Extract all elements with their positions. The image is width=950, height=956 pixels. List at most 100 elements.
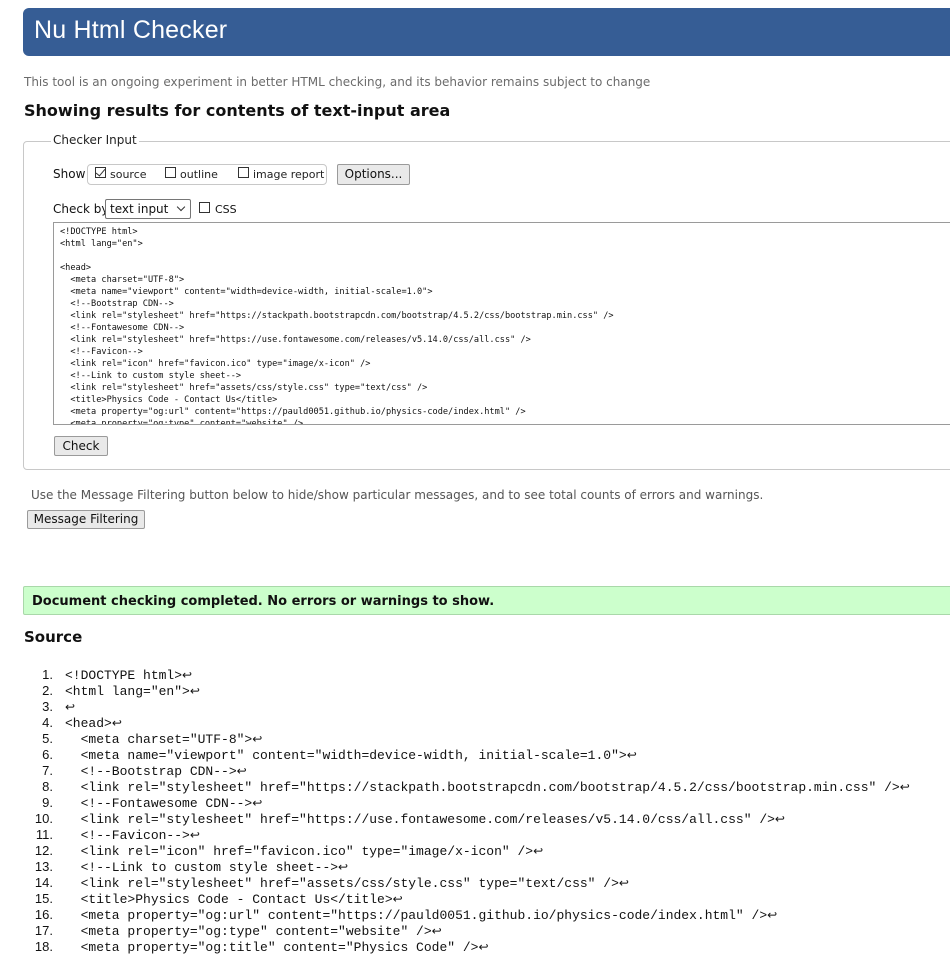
source-line: 12. <link rel="icon" href="favicon.ico" …: [0, 843, 950, 859]
success-message: Document checking completed. No errors o…: [32, 594, 495, 609]
source-listing: 1. <!DOCTYPE html>↩ 2. <html lang="en">↩ 3. ↩…: [0, 667, 950, 955]
line-number: 13.: [34, 859, 53, 874]
image-report-checkbox[interactable]: [238, 167, 249, 178]
options-button[interactable]: Options...: [337, 164, 410, 185]
show-label: Show: [53, 167, 86, 181]
source-code-text: <link rel="stylesheet" href="https://use…: [65, 811, 785, 828]
source-line: 5. <meta charset="UTF-8">↩: [0, 731, 950, 747]
source-code-text: <meta property="og:title" content="Physi…: [65, 939, 489, 956]
source-line-text: <!--Fontawesome CDN-->: [65, 796, 253, 811]
image-report-option-label[interactable]: image report: [253, 168, 324, 181]
check-button[interactable]: Check: [54, 436, 108, 456]
source-line: 7. <!--Bootstrap CDN-->↩: [0, 763, 950, 779]
return-icon: ↩: [65, 700, 76, 714]
line-number: 14.: [34, 875, 53, 890]
outline-checkbox[interactable]: [165, 167, 176, 178]
checker-input-legend: Checker Input: [51, 133, 139, 147]
source-line: 8. <link rel="stylesheet" href="https://…: [0, 779, 950, 795]
source-textarea[interactable]: <!DOCTYPE html> <html lang="en"> <head> …: [53, 222, 950, 425]
source-line-text: <link rel="stylesheet" href="assets/css/…: [65, 876, 619, 891]
line-number: 15.: [34, 891, 53, 906]
app-header: Nu Html Checker: [23, 8, 950, 56]
source-code-text: <head>↩: [65, 715, 122, 732]
source-code-text: <html lang="en">↩: [65, 683, 200, 700]
source-code-text: <link rel="stylesheet" href="assets/css/…: [65, 875, 629, 892]
return-icon: ↩: [626, 748, 637, 762]
message-filter-note: Use the Message Filtering button below t…: [31, 488, 764, 502]
outline-option-label[interactable]: outline: [180, 168, 218, 181]
css-label[interactable]: CSS: [215, 203, 237, 216]
source-line: 14. <link rel="stylesheet" href="assets/…: [0, 875, 950, 891]
source-line-text: <link rel="icon" href="favicon.ico" type…: [65, 844, 534, 859]
source-code-text: ↩: [65, 699, 75, 716]
source-line: 2. <html lang="en">↩: [0, 683, 950, 699]
results-heading: Showing results for contents of text-inp…: [24, 101, 451, 120]
source-code-text: <!--Link to custom style sheet-->↩: [65, 859, 349, 876]
source-line-text: <title>Physics Code - Contact Us</title>: [65, 892, 393, 907]
source-line-text: <meta name="viewport" content="width=dev…: [65, 748, 627, 763]
source-heading: Source: [24, 628, 83, 646]
source-line: 15. <title>Physics Code - Contact Us</ti…: [0, 891, 950, 907]
line-number: 6.: [42, 747, 53, 762]
source-line-text: <meta property="og:title" content="Physi…: [65, 940, 479, 955]
source-line-text: <html lang="en">: [65, 684, 190, 699]
source-line-text: <!--Bootstrap CDN-->: [65, 764, 237, 779]
source-line: 18. <meta property="og:title" content="P…: [0, 939, 950, 955]
source-line-text: <link rel="stylesheet" href="https://use…: [65, 812, 775, 827]
line-number: 18.: [34, 939, 53, 954]
source-code-text: <title>Physics Code - Contact Us</title>…: [65, 891, 403, 908]
source-option-label[interactable]: source: [110, 168, 147, 181]
source-line: 11. <!--Favicon-->↩: [0, 827, 950, 843]
source-line: 9. <!--Fontawesome CDN-->↩: [0, 795, 950, 811]
textarea-content: <!DOCTYPE html> <html lang="en"> <head> …: [60, 227, 614, 425]
source-line-text: <meta property="og:type" content="websit…: [65, 924, 432, 939]
return-icon: ↩: [236, 764, 247, 778]
source-code-text: <!--Fontawesome CDN-->↩: [65, 795, 263, 812]
return-icon: ↩: [111, 716, 122, 730]
line-number: 1.: [42, 667, 53, 682]
source-code-text: <!--Favicon-->↩: [65, 827, 200, 844]
return-icon: ↩: [767, 908, 778, 922]
return-icon: ↩: [478, 940, 489, 954]
success-banner: Document checking completed. No errors o…: [23, 586, 950, 615]
css-checkbox[interactable]: [199, 202, 210, 213]
line-number: 9.: [42, 795, 53, 810]
line-number: 17.: [34, 923, 53, 938]
return-icon: ↩: [252, 732, 263, 746]
line-number: 3.: [42, 699, 53, 714]
source-code-text: <meta property="og:type" content="websit…: [65, 923, 442, 940]
source-code-text: <link rel="icon" href="favicon.ico" type…: [65, 843, 544, 860]
message-filtering-button[interactable]: Message Filtering: [27, 510, 145, 529]
source-line-text: <!DOCTYPE html>: [65, 668, 183, 683]
check-by-value: text input: [110, 202, 169, 216]
source-code-text: <meta name="viewport" content="width=dev…: [65, 747, 637, 764]
line-number: 8.: [42, 779, 53, 794]
return-icon: ↩: [431, 924, 442, 938]
source-line: 16. <meta property="og:url" content="htt…: [0, 907, 950, 923]
return-icon: ↩: [252, 796, 263, 810]
source-line: 6. <meta name="viewport" content="width=…: [0, 747, 950, 763]
source-code-text: <meta charset="UTF-8">↩: [65, 731, 263, 748]
source-line-text: <head>: [65, 716, 112, 731]
chevron-down-icon: [176, 202, 186, 212]
app-title: Nu Html Checker: [34, 16, 228, 44]
source-code-text: <link rel="stylesheet" href="https://sta…: [65, 779, 910, 796]
source-code-text: <!--Bootstrap CDN-->↩: [65, 763, 247, 780]
return-icon: ↩: [392, 892, 403, 906]
source-line: 17. <meta property="og:type" content="we…: [0, 923, 950, 939]
source-line-text: <meta charset="UTF-8">: [65, 732, 253, 747]
line-number: 2.: [42, 683, 53, 698]
line-number: 4.: [42, 715, 53, 730]
line-number: 16.: [34, 907, 53, 922]
check-by-label: Check by: [53, 202, 109, 216]
source-line: 3. ↩: [0, 699, 950, 715]
source-line-text: <meta property="og:url" content="https:/…: [65, 908, 768, 923]
source-line-text: <!--Favicon-->: [65, 828, 190, 843]
source-checkbox[interactable]: [95, 167, 106, 178]
line-number: 12.: [34, 843, 53, 858]
return-icon: ↩: [533, 844, 544, 858]
source-line: 4. <head>↩: [0, 715, 950, 731]
source-line-text: <!--Link to custom style sheet-->: [65, 860, 339, 875]
source-line: 1. <!DOCTYPE html>↩: [0, 667, 950, 683]
check-by-select[interactable]: text input: [105, 199, 191, 219]
